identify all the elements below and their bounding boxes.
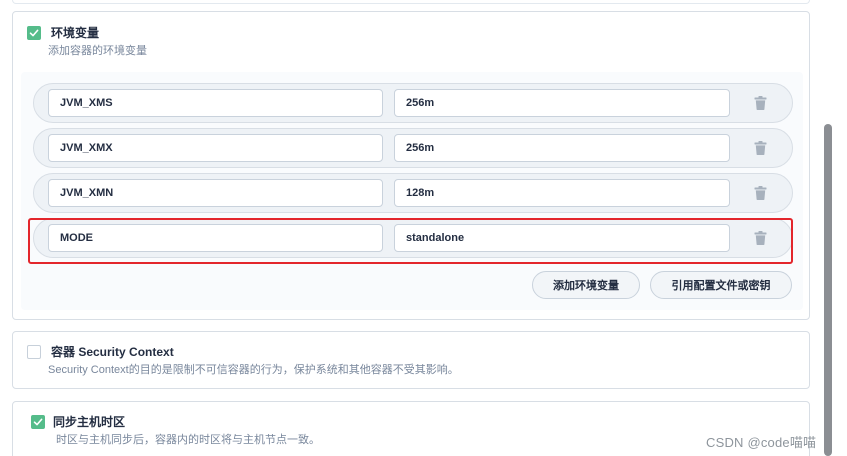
env-key-input[interactable]: JVM_XMX (48, 134, 383, 162)
env-vars-description: 添加容器的环境变量 (48, 45, 147, 57)
env-vars-checkbox[interactable] (27, 26, 41, 40)
env-row: JVM_XMX 256m (33, 128, 793, 168)
check-icon (29, 29, 39, 37)
trash-icon (754, 186, 766, 200)
env-value-input[interactable]: standalone (394, 224, 730, 252)
env-value-input[interactable]: 256m (394, 89, 730, 117)
sync-timezone-description: 时区与主机同步后，容器内的时区将与主机节点一致。 (56, 434, 320, 446)
env-row: MODE standalone (33, 218, 793, 258)
scrollbar-thumb[interactable] (824, 124, 832, 456)
env-key-input[interactable]: JVM_XMS (48, 89, 383, 117)
env-value-input[interactable]: 256m (394, 134, 730, 162)
security-context-title: 容器 Security Context (51, 345, 174, 359)
previous-card-edge (12, 0, 810, 4)
watermark: CSDN @code喵喵 (706, 435, 817, 450)
env-row: JVM_XMN 128m (33, 173, 793, 213)
env-key-input[interactable]: JVM_XMN (48, 179, 383, 207)
sync-timezone-card: 同步主机时区 时区与主机同步后，容器内的时区将与主机节点一致。 (12, 401, 810, 456)
page: 环境变量 添加容器的环境变量 JVM_XMS 256m JVM_XMX 256m (0, 0, 847, 456)
env-vars-title: 环境变量 (51, 26, 100, 40)
reference-config-secret-button[interactable]: 引用配置文件或密钥 (650, 271, 792, 299)
env-row: JVM_XMS 256m (33, 83, 793, 123)
trash-icon (754, 231, 766, 245)
trash-icon (754, 96, 766, 110)
trash-icon (754, 141, 766, 155)
security-context-checkbox[interactable] (27, 345, 41, 359)
env-vars-card: 环境变量 添加容器的环境变量 JVM_XMS 256m JVM_XMX 256m (12, 11, 810, 320)
security-context-description: Security Context的目的是限制不可信容器的行为，保护系统和其他容器… (48, 364, 459, 376)
delete-row-button[interactable] (746, 225, 774, 251)
delete-row-button[interactable] (746, 90, 774, 116)
sync-timezone-title: 同步主机时区 (53, 415, 126, 429)
add-env-var-button[interactable]: 添加环境变量 (532, 271, 640, 299)
env-value-input[interactable]: 128m (394, 179, 730, 207)
security-context-card: 容器 Security Context Security Context的目的是… (12, 331, 810, 389)
delete-row-button[interactable] (746, 135, 774, 161)
check-icon (33, 418, 43, 426)
env-key-input[interactable]: MODE (48, 224, 383, 252)
delete-row-button[interactable] (746, 180, 774, 206)
sync-timezone-checkbox[interactable] (31, 415, 45, 429)
